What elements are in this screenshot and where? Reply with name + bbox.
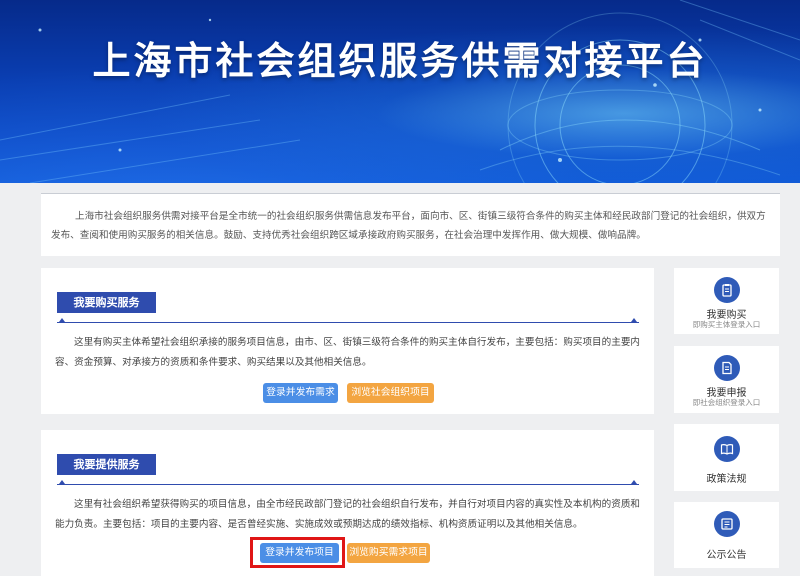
sidebar-item-title: 公示公告 bbox=[706, 550, 747, 561]
section-divider bbox=[57, 479, 639, 489]
section-divider bbox=[57, 317, 639, 327]
login-publish-project-button[interactable]: 登录并发布项目 bbox=[260, 543, 339, 563]
sidebar-item-apply[interactable]: 我要申报 即社会组织登录入口 bbox=[674, 346, 779, 413]
buy-section-label: 我要购买服务 bbox=[57, 292, 156, 313]
notice-icon bbox=[714, 511, 740, 537]
tech-globe-decoration bbox=[0, 0, 800, 183]
book-icon bbox=[714, 436, 740, 462]
header-banner: 上海市社会组织服务供需对接平台 bbox=[0, 0, 800, 183]
document-icon bbox=[714, 355, 740, 381]
buy-section-description: 这里有购买主体希望社会组织承接的服务项目信息，由市、区、街镇三级符合条件的购买主… bbox=[55, 337, 641, 368]
sidebar-item-title: 政策法规 bbox=[706, 474, 747, 485]
sidebar-item-policy[interactable]: 政策法规 bbox=[674, 424, 779, 491]
sidebar-item-subtitle: 即购买主体登录入口 bbox=[692, 320, 761, 329]
sidebar-item-buy[interactable]: 我要购买 即购买主体登录入口 bbox=[674, 268, 779, 334]
intro-box: 上海市社会组织服务供需对接平台是全市统一的社会组织服务供需信息发布平台，面向市、… bbox=[41, 193, 780, 256]
provide-section-label: 我要提供服务 bbox=[57, 454, 156, 475]
browse-purchase-demand-button[interactable]: 浏览购买需求项目 bbox=[347, 543, 430, 563]
intro-text: 上海市社会组织服务供需对接平台是全市统一的社会组织服务供需信息发布平台，面向市、… bbox=[51, 211, 766, 241]
browse-social-org-projects-button[interactable]: 浏览社会组织项目 bbox=[347, 383, 434, 403]
provide-service-panel: 我要提供服务 这里有社会组织希望获得购买的项目信息，由全市经民政部门登记的社会组… bbox=[41, 430, 654, 576]
provide-section-description: 这里有社会组织希望获得购买的项目信息，由全市经民政部门登记的社会组织自行发布，并… bbox=[55, 499, 641, 530]
site-title: 上海市社会组织服务供需对接平台 bbox=[92, 39, 708, 83]
buy-service-panel: 我要购买服务 这里有购买主体希望社会组织承接的服务项目信息，由市、区、街镇三级符… bbox=[41, 268, 654, 414]
sidebar-item-subtitle: 即社会组织登录入口 bbox=[692, 398, 761, 407]
sidebar-item-notice[interactable]: 公示公告 bbox=[674, 502, 779, 568]
login-publish-demand-button[interactable]: 登录并发布需求 bbox=[263, 383, 338, 403]
clipboard-icon bbox=[714, 277, 740, 303]
